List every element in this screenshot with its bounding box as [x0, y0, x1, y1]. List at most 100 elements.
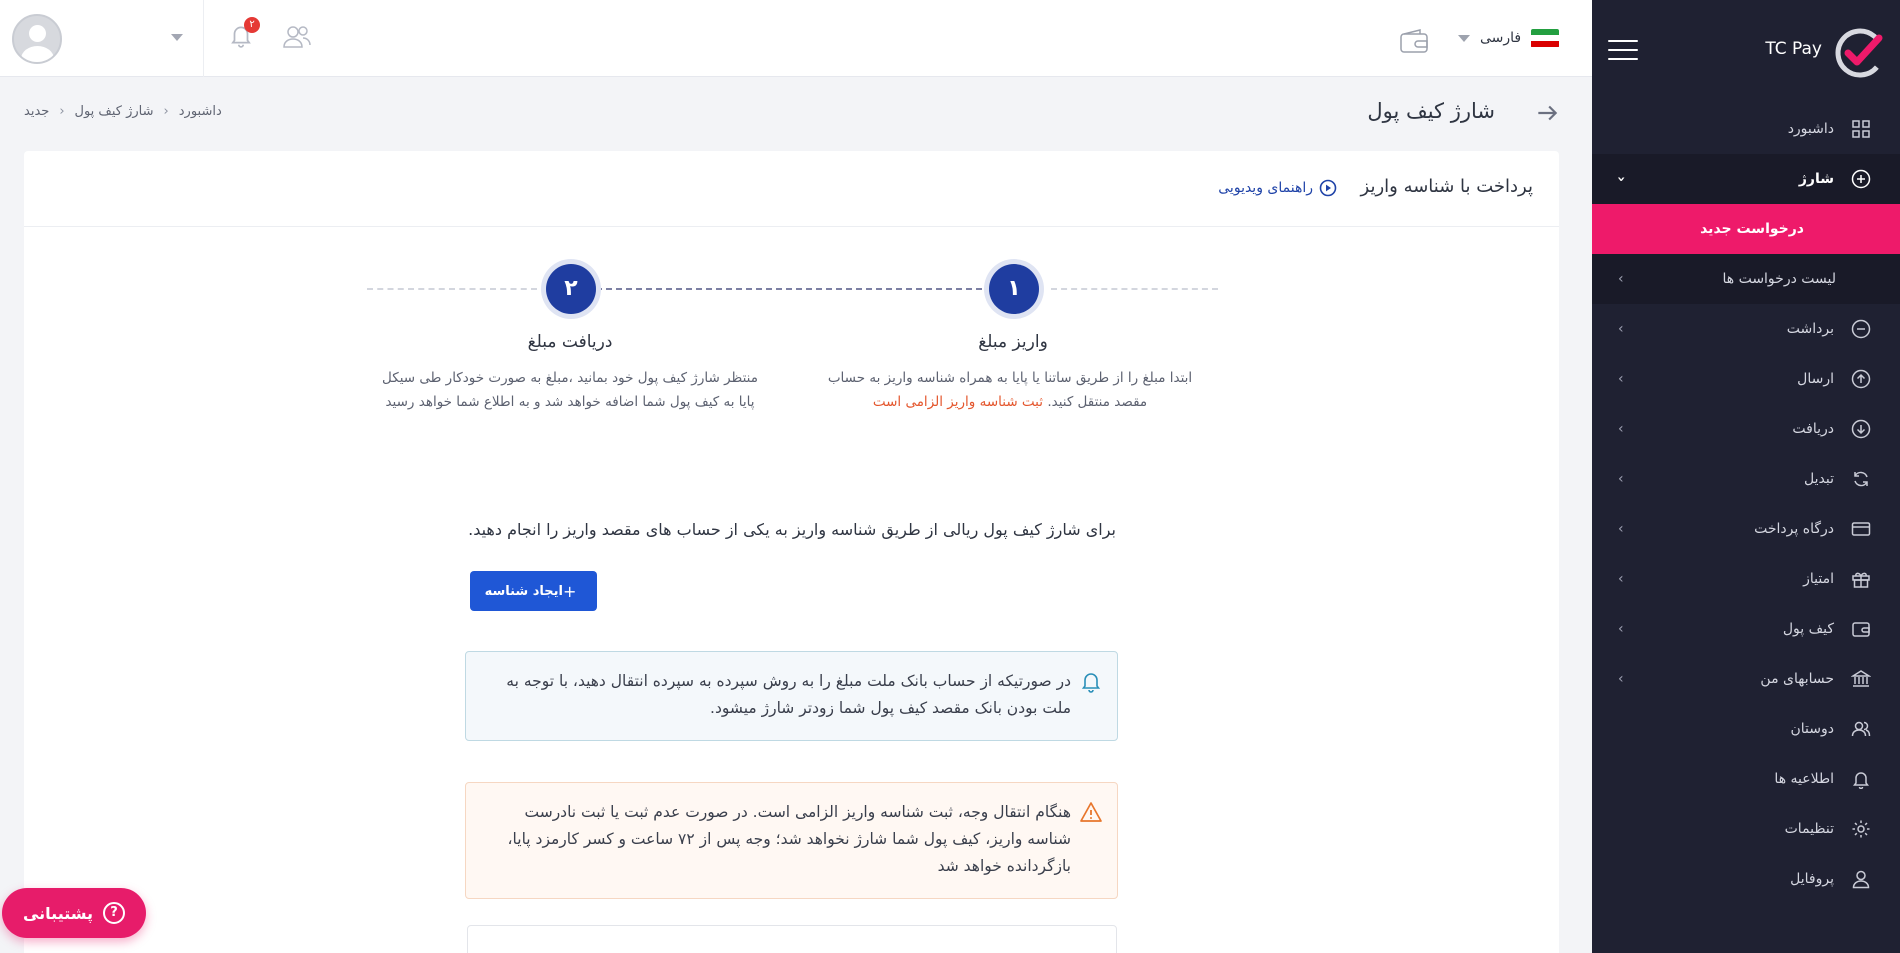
step-2-title: دریافت مبلغ [527, 332, 613, 352]
users-icon [1850, 718, 1872, 740]
sidebar-item-settings[interactable]: تنظیمات [1592, 804, 1900, 854]
chevron-left-icon: ‹ [1618, 421, 1624, 437]
chevron-left-icon: ‹ [1618, 671, 1624, 687]
language-selector[interactable]: فارسی [1458, 26, 1560, 50]
breadcrumb: داشبورد › شارژ کیف پول › جدید [24, 104, 222, 119]
step-2-desc-line: پایا به کیف پول شما اضافه خواهد شد و به … [385, 394, 755, 410]
credit-card-icon [1850, 518, 1872, 540]
grid-icon [1850, 118, 1872, 140]
back-button[interactable] [1534, 100, 1560, 126]
sidebar-item-charge[interactable]: › شارژ [1592, 154, 1900, 204]
sidebar-menu: داشبورد › شارژ درخواست جدید ‹ لیست درخوا… [1592, 104, 1900, 904]
sidebar-item-label: کیف پول [1782, 621, 1834, 637]
info-alert: در صورتیکه از حساب بانک ملت مبلغ را به ر… [465, 651, 1118, 741]
sidebar-item-notifications[interactable]: اطلاعیه ها [1592, 754, 1900, 804]
support-button[interactable]: پشتیبانی ? [2, 888, 146, 938]
warning-icon [1080, 802, 1102, 822]
chevron-left-icon: ‹ [1618, 271, 1624, 287]
step-line [367, 288, 537, 290]
step-1-circle: ۱ [989, 264, 1039, 314]
sidebar-item-send[interactable]: ‹ ارسال [1592, 354, 1900, 404]
chevron-left-icon: › [163, 104, 169, 119]
sidebar-item-label: تبدیل [1804, 471, 1834, 487]
sidebar-item-label: درخواست جدید [1700, 221, 1804, 237]
create-deposit-id-button[interactable]: ایجاد شناسه + [470, 571, 597, 611]
sidebar-item-receive[interactable]: ‹ دریافت [1592, 404, 1900, 454]
sidebar-item-dashboard[interactable]: داشبورد [1592, 104, 1900, 154]
sidebar-item-label: تنظیمات [1784, 821, 1834, 837]
chevron-left-icon: ‹ [1618, 321, 1624, 337]
sidebar-item-label: ارسال [1797, 371, 1834, 387]
divider [203, 0, 204, 77]
chevron-down-icon [1458, 34, 1470, 42]
step-1-title: واریز مبلغ [978, 332, 1048, 352]
create-button-label: ایجاد شناسه [484, 583, 564, 599]
arrow-up-circle-icon [1850, 368, 1872, 390]
breadcrumb-current: جدید [24, 104, 50, 119]
users-icon [283, 26, 311, 48]
sidebar-item-payment-gateway[interactable]: ‹ درگاه پرداخت [1592, 504, 1900, 554]
intro-text: برای شارژ کیف پول ریالی از طریق شناسه وا… [468, 520, 1116, 539]
sidebar-item-profile[interactable]: پروفایل [1592, 854, 1900, 904]
friends-button[interactable] [281, 23, 313, 51]
sidebar-item-convert[interactable]: ‹ تبدیل [1592, 454, 1900, 504]
user-menu-caret-icon[interactable] [171, 34, 183, 41]
sidebar-item-label: امتیاز [1803, 571, 1834, 587]
sidebar-item-label: داشبورد [1787, 121, 1834, 137]
arrow-down-circle-icon [1850, 418, 1872, 440]
step-1-desc-text: مقصد منتقل کنید. [1047, 394, 1148, 410]
step-line-progress [596, 288, 992, 290]
video-guide-link[interactable]: راهنمای ویدیویی [1218, 179, 1337, 197]
page-title: شارژ کیف پول [1367, 99, 1495, 123]
chevron-left-icon: ‹ [1618, 621, 1624, 637]
play-circle-icon [1319, 179, 1337, 197]
step-1-description: ابتدا مبلغ را از طریق ساتنا یا پایا به ه… [780, 366, 1240, 414]
help-circle-icon: ? [103, 902, 126, 924]
menu-toggle-icon[interactable] [1608, 40, 1638, 62]
step-2-description: منتظر شارژ کیف پول خود بمانید ،مبلغ به ص… [340, 366, 800, 414]
arrow-right-icon [1538, 105, 1558, 121]
sidebar-item-label: اطلاعیه ها [1774, 771, 1834, 787]
video-guide-label: راهنمای ویدیویی [1218, 180, 1313, 196]
bell-icon [1081, 673, 1101, 693]
sidebar-item-label: دریافت [1792, 421, 1834, 437]
logo-icon [1835, 28, 1885, 78]
info-alert-text: در صورتیکه از حساب بانک ملت مبلغ را به ر… [506, 672, 1071, 717]
iran-flag-icon [1531, 28, 1560, 48]
sidebar-item-label: برداشت [1786, 321, 1834, 337]
chevron-left-icon: ‹ [1618, 471, 1624, 487]
sidebar-subitem-request-list[interactable]: ‹ لیست درخواست ها [1592, 254, 1900, 304]
sidebar-item-wallet[interactable]: ‹ کیف پول [1592, 604, 1900, 654]
sidebar-item-label: دوستان [1790, 721, 1835, 737]
sidebar-item-my-accounts[interactable]: ‹ حسابهای من [1592, 654, 1900, 704]
sidebar-item-points[interactable]: ‹ امتیاز [1592, 554, 1900, 604]
chevron-down-icon: › [1612, 176, 1629, 182]
wallet-icon [1400, 29, 1428, 53]
step-2-desc-line: منتظر شارژ کیف پول خود بمانید ،مبلغ به ص… [382, 370, 758, 386]
step-1-desc-line: ابتدا مبلغ را از طریق ساتنا یا پایا به ه… [827, 370, 1193, 386]
breadcrumb-wallet-charge[interactable]: شارژ کیف پول [75, 104, 154, 119]
top-bar: ۲ فارسی [0, 0, 1592, 77]
gear-icon [1850, 818, 1872, 840]
card-header: پرداخت با شناسه واریز راهنمای ویدیویی [24, 151, 1559, 227]
support-label: پشتیبانی [22, 903, 94, 923]
bank-icon [1850, 668, 1872, 690]
wallet-icon [1850, 618, 1872, 640]
warning-alert-text: هنگام انتقال وجه، ثبت شناسه واریز الزامی… [507, 803, 1071, 875]
step-1-required-note: ثبت شناسه واریز الزامی است [872, 394, 1044, 410]
sidebar-subitem-new-request[interactable]: درخواست جدید [1592, 204, 1900, 254]
breadcrumb-dashboard[interactable]: داشبورد [179, 104, 222, 119]
user-avatar[interactable] [12, 14, 62, 64]
sidebar-item-label: پروفایل [1790, 871, 1834, 887]
sidebar-item-friends[interactable]: دوستان [1592, 704, 1900, 754]
sidebar-header: TC Pay [1592, 0, 1900, 104]
sidebar-item-label: درگاه پرداخت [1754, 521, 1834, 537]
wallet-button[interactable] [1398, 28, 1430, 56]
sidebar-item-withdraw[interactable]: ‹ برداشت [1592, 304, 1900, 354]
notifications-button[interactable]: ۲ [228, 17, 260, 50]
step-2-circle: ۲ [546, 264, 596, 314]
language-label: فارسی [1480, 30, 1522, 46]
user-icon [1850, 868, 1872, 890]
card-title: پرداخت با شناسه واریز [1360, 176, 1533, 197]
notification-badge: ۲ [244, 17, 260, 33]
